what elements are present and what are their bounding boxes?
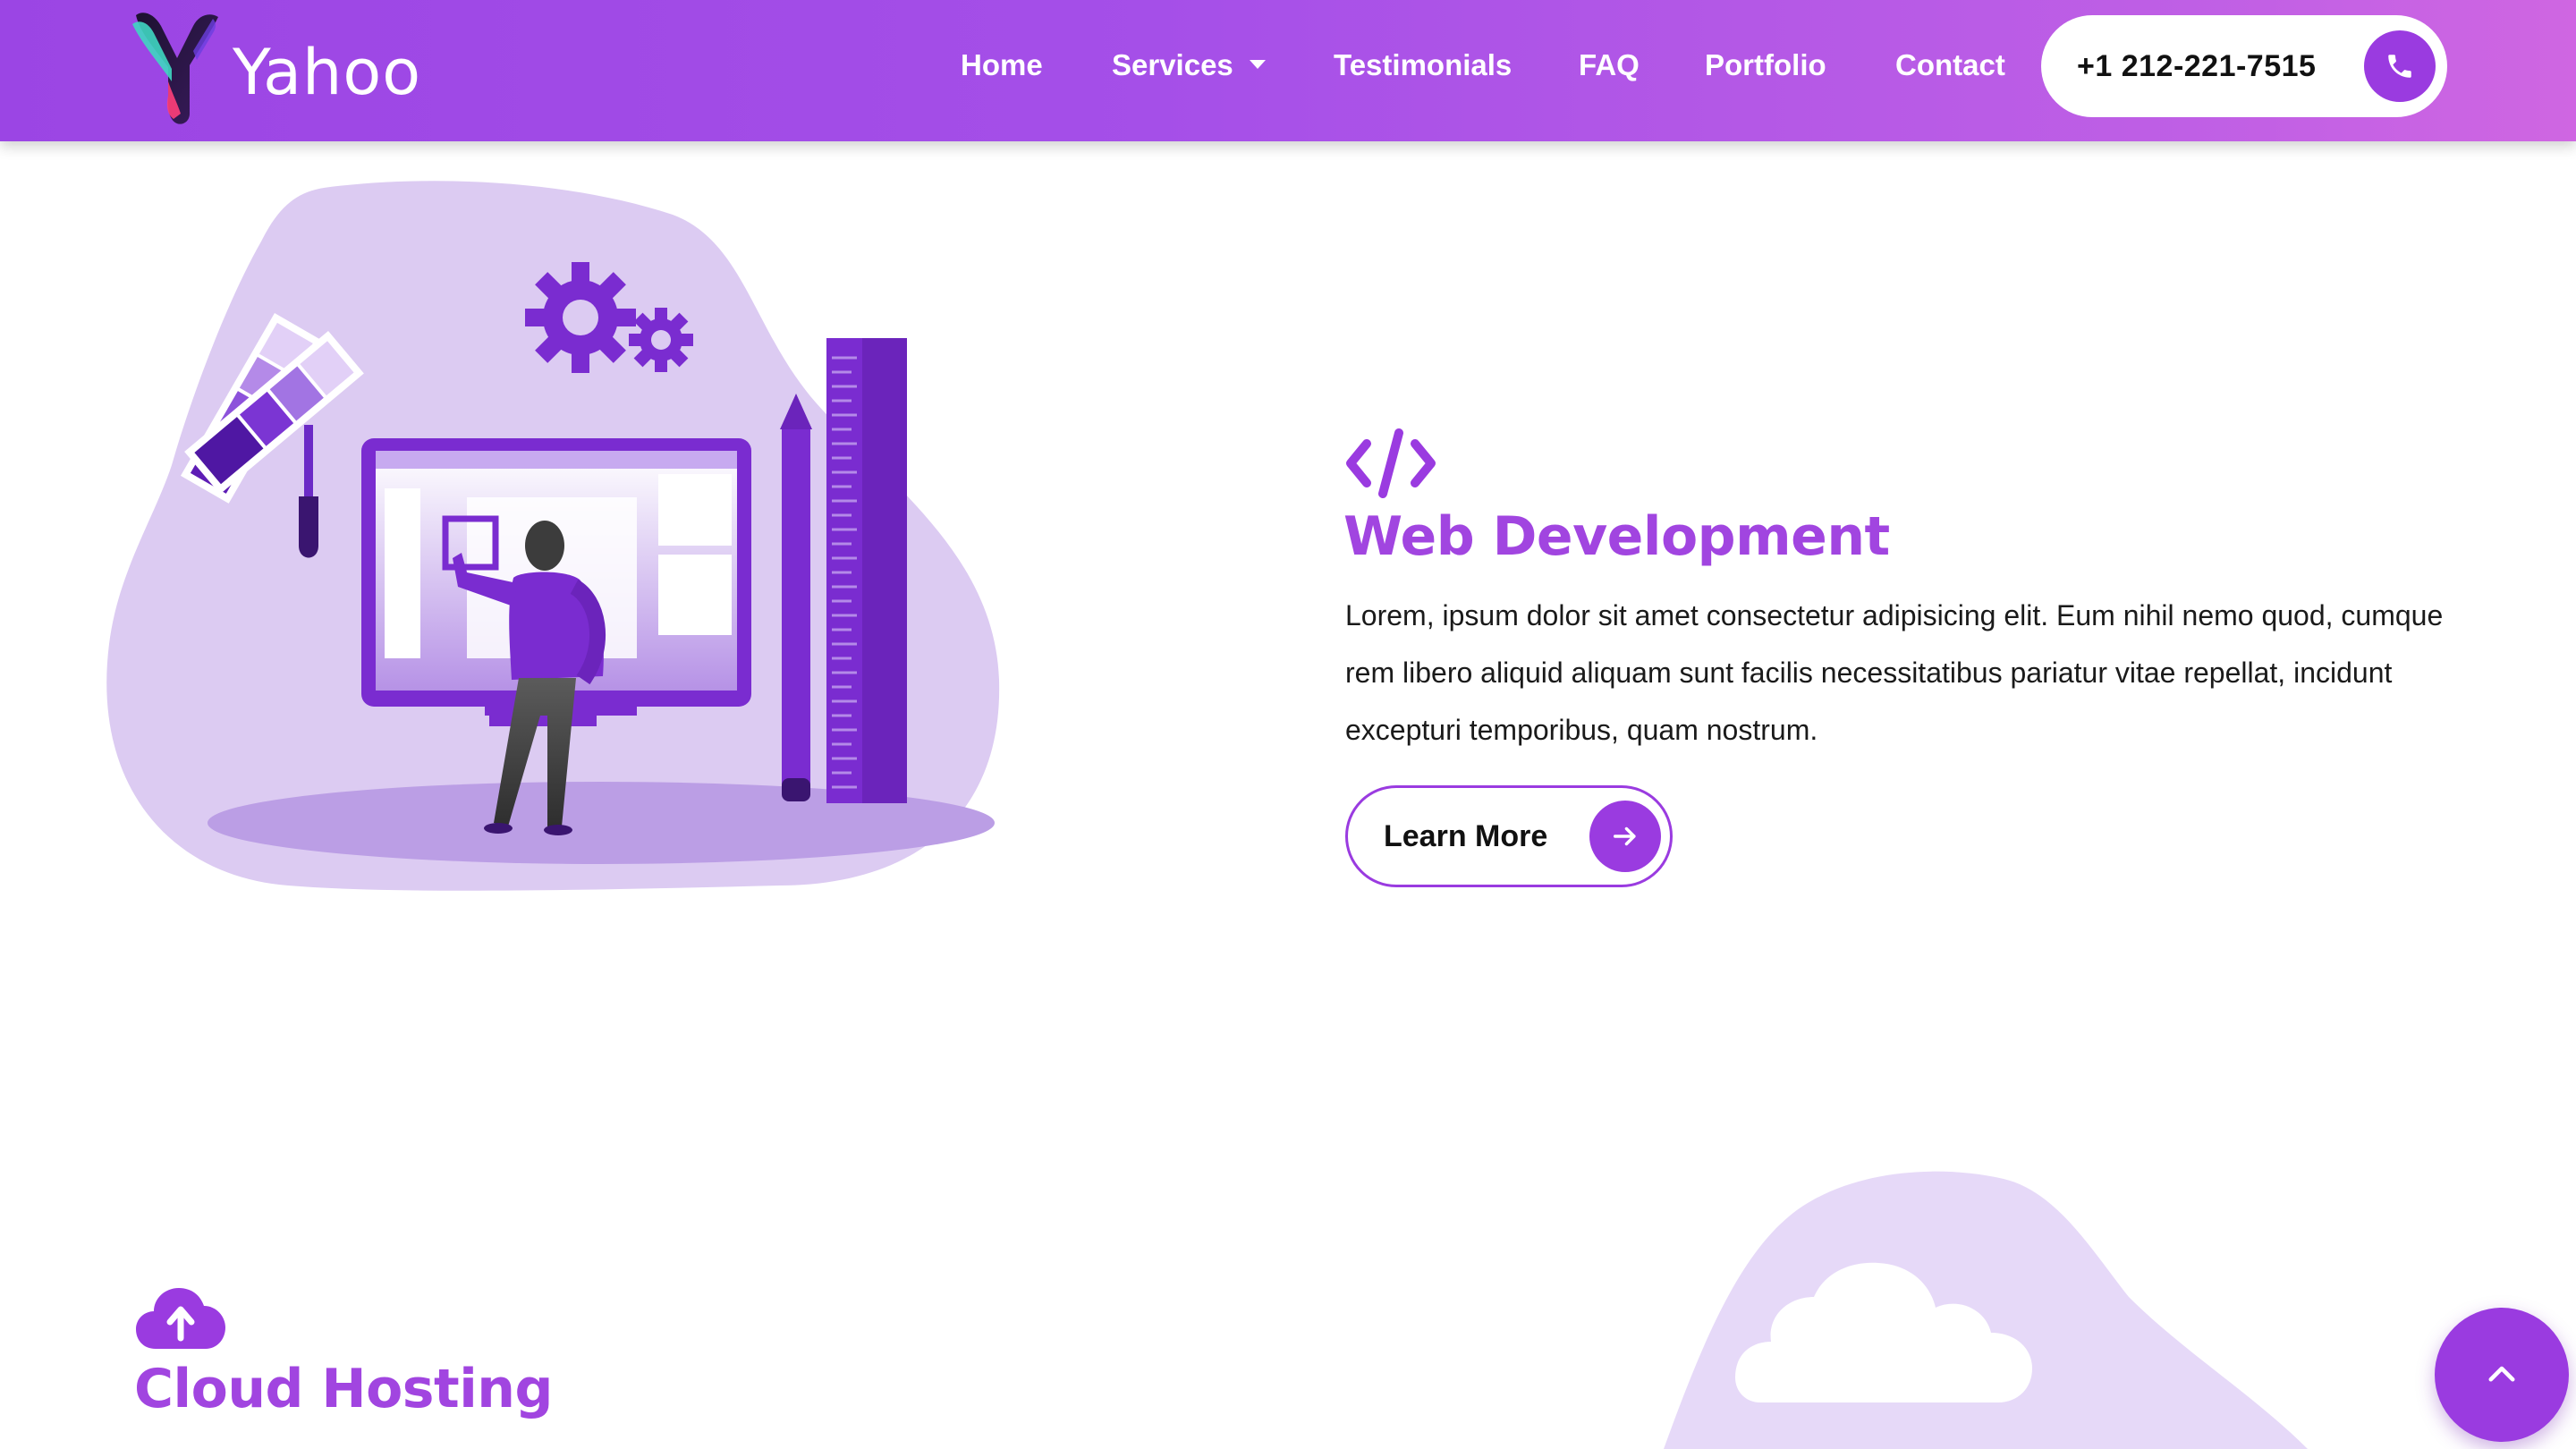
phone-number: +1 212-221-7515 (2077, 48, 2317, 83)
chevron-up-icon (2488, 1366, 2515, 1382)
learn-more-button[interactable]: Learn More (1345, 785, 1673, 887)
arrow-circle (1589, 801, 1661, 872)
phone-call-button[interactable]: +1 212-221-7515 (2041, 15, 2447, 117)
code-icon (1346, 428, 1436, 498)
nav-testimonials[interactable]: Testimonials (1334, 48, 1512, 82)
nav-faq[interactable]: FAQ (1579, 48, 1640, 82)
cloud-hosting-title: Cloud Hosting (134, 1358, 553, 1420)
navbar: Yahoo Home Services Testimonials FAQ Por… (0, 0, 2576, 141)
nav-services-dropdown[interactable]: Services (1112, 48, 1266, 82)
cloud-hosting-illustration (1664, 1171, 2308, 1449)
phone-icon (2388, 55, 2411, 78)
nav-portfolio[interactable]: Portfolio (1705, 48, 1826, 82)
caret-down-icon (1249, 60, 1266, 70)
scroll-to-top-button[interactable] (2435, 1308, 2569, 1442)
cloud-upload-icon (136, 1288, 225, 1349)
nav-services-label: Services (1112, 48, 1233, 81)
phone-icon-circle (2364, 30, 2436, 102)
arrow-right-icon (1613, 826, 1636, 846)
brand-name: Yahoo (233, 36, 422, 109)
web-development-illustration (106, 181, 1000, 891)
web-development-title: Web Development (1343, 505, 1890, 568)
y-logo-icon (132, 13, 218, 124)
web-development-description: Lorem, ipsum dolor sit amet consectetur … (1345, 599, 2444, 746)
brand-logo-link[interactable]: Yahoo (127, 4, 421, 134)
learn-more-label: Learn More (1384, 818, 1548, 853)
nav-home[interactable]: Home (961, 48, 1043, 82)
nav-contact[interactable]: Contact (1895, 48, 2005, 82)
